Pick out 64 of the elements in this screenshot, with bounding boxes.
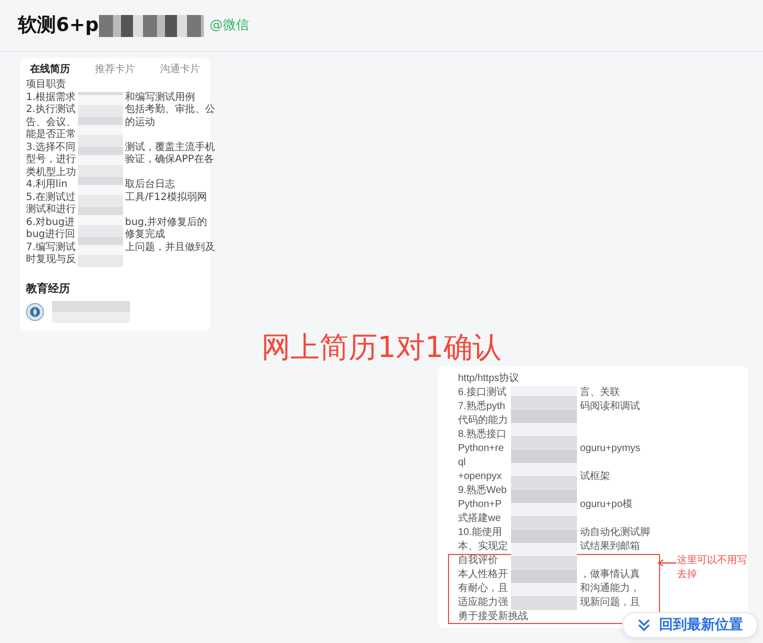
text-fragment: 言、关联 <box>580 386 621 400</box>
school-logo-icon <box>26 303 44 321</box>
text-fragment: 的运动 <box>125 116 156 129</box>
double-chevron-down-icon <box>637 618 651 632</box>
text-fragment: 代码的能力 <box>458 414 508 428</box>
text-fragment: 3.选择不同 <box>26 142 76 154</box>
text-fragment: 型号，进行 <box>26 154 76 166</box>
text-fragment: oguru+pymys <box>580 442 642 456</box>
text-fragment: 测试，覆盖主流手机 <box>125 142 215 154</box>
text-fragment: 动自动化测试脚 <box>580 526 650 540</box>
text-fragment: 9.熟悉Web <box>458 484 508 498</box>
text-fragment: ，做事情认真 <box>580 568 641 582</box>
text-fragment: 和编写测试用例 <box>125 92 196 104</box>
text-fragment: 包括考勤、审批、公 <box>125 104 215 116</box>
text-fragment: 现新问题，且 <box>580 596 641 610</box>
text-fragment: 告、会议、 <box>26 116 76 128</box>
text-fragment: 2.执行测试 <box>26 104 76 116</box>
text-fragment: oguru+po模 <box>580 498 634 512</box>
text-fragment: 修复完成 <box>125 229 166 242</box>
annotation-note: 这里可以不用写 去掉 <box>677 554 747 582</box>
text-fragment: Python+P <box>458 498 503 512</box>
text-fragment: 本人性格开 <box>458 568 508 582</box>
text-fragment: 5.在测试过 <box>26 192 76 204</box>
text-fragment: 码阅读和调试 <box>580 400 641 414</box>
text-fragment: 和沟通能力， <box>580 582 641 596</box>
text-fragment: Python+re <box>458 442 505 456</box>
text-fragment: 上问题，并且做到及 <box>125 242 215 254</box>
jump-to-latest-button[interactable]: 回到最新位置 <box>622 612 758 638</box>
text-fragment: bug,并对修复后的 <box>125 216 208 228</box>
resume-tab[interactable]: 推荐卡片 <box>91 60 139 79</box>
text-fragment: bug进行回 <box>26 229 76 242</box>
text-fragment: 1.根据需求 <box>26 92 76 104</box>
text-fragment: 7.熟悉pyth <box>458 400 506 414</box>
section-heading: 教育经历 <box>26 280 71 296</box>
text-fragment: 验证，确保APP在各 <box>125 154 215 166</box>
text-fragment: 有耐心，且 <box>458 582 508 596</box>
text-fragment: 试框架 <box>580 470 611 484</box>
text-fragment: 工具/F12模拟弱网 <box>125 192 208 204</box>
text-fragment: 7.编写测试 <box>26 242 76 254</box>
resume-tab[interactable]: 沟通卡片 <box>156 60 204 79</box>
text-fragment: 6.对bug进 <box>26 216 76 228</box>
text-line: http/https协议 <box>458 372 520 386</box>
text-fragment: 能是否正常 <box>26 129 76 142</box>
overlay-title: 网上简历1对1确认 <box>260 331 502 364</box>
resume-tab[interactable]: 在线简历 <box>26 60 74 79</box>
text-fragment: 取后台日志 <box>125 179 176 192</box>
chat-title: 软测6+p <box>18 13 99 38</box>
text-fragment: 4.利用lin <box>26 179 68 192</box>
text-line: 勇于接受新挑战 <box>458 610 528 624</box>
text-fragment: 式搭建we <box>458 512 502 526</box>
text-fragment: 本、实现定 <box>458 540 508 554</box>
text-fragment: 适应能力强 <box>458 596 508 610</box>
text-line: 项目职责 <box>26 79 66 92</box>
text-fragment: 时复现与反 <box>26 254 76 266</box>
text-line: 自我评价 <box>458 554 498 568</box>
text-fragment: 试结果到邮箱 <box>580 540 641 554</box>
text-fragment: 8.熟悉接口 <box>458 428 508 442</box>
text-fragment: +openpyx <box>458 470 503 484</box>
text-fragment: 10.能使用 <box>458 526 503 540</box>
text-fragment: 6.接口测试 <box>458 386 508 400</box>
text-fragment: 测试和进行 <box>26 204 76 216</box>
source-label: @微信 <box>210 16 249 35</box>
text-fragment: 类机型上功 <box>26 166 76 178</box>
text-line: ql <box>458 456 466 470</box>
